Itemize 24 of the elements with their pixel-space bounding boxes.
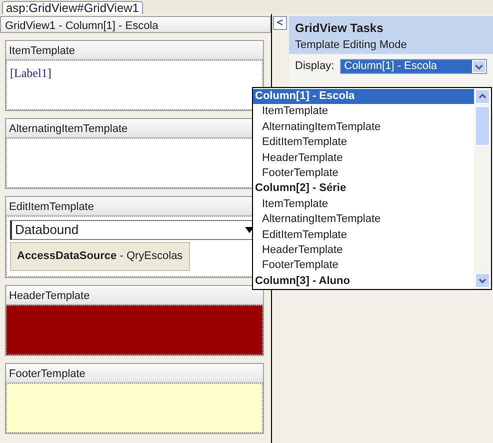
template-item[interactable]: FooterTemplate: [253, 258, 474, 274]
template-item[interactable]: HeaderTemplate: [253, 150, 474, 166]
tasks-subtitle: Template Editing Mode: [295, 38, 408, 53]
template-item[interactable]: EditItemTemplate: [253, 135, 474, 151]
template-title: FooterTemplate: [6, 364, 263, 383]
editor-title: GridView1 - Column[1] - Escola: [0, 16, 271, 33]
scrollbar[interactable]: [474, 88, 491, 289]
template-title: HeaderTemplate: [6, 286, 263, 305]
designer-tab[interactable]: asp:GridView#GridView1: [2, 1, 143, 14]
template-item[interactable]: ItemTemplate: [253, 104, 474, 120]
display-label: Display:: [295, 59, 334, 74]
scroll-down-icon[interactable]: [475, 273, 490, 288]
column-group-item[interactable]: Column[1] - Escola: [253, 89, 474, 104]
template-item[interactable]: HeaderTemplate: [253, 242, 474, 258]
template-title: ItemTemplate: [6, 41, 263, 60]
template-item[interactable]: FooterTemplate: [253, 166, 474, 182]
scroll-thumb[interactable]: [475, 106, 490, 146]
tasks-title: GridView Tasks: [295, 20, 384, 37]
scroll-up-icon[interactable]: [475, 89, 490, 104]
column-group-item[interactable]: Column[2] - Série: [253, 181, 474, 197]
collapse-button[interactable]: <: [273, 16, 287, 30]
display-select[interactable]: Column[1] - Escola: [340, 59, 487, 74]
datasource-tag: AccessDataSource - QryEscolas: [10, 242, 190, 270]
label-control[interactable]: [Label1]: [10, 66, 52, 80]
